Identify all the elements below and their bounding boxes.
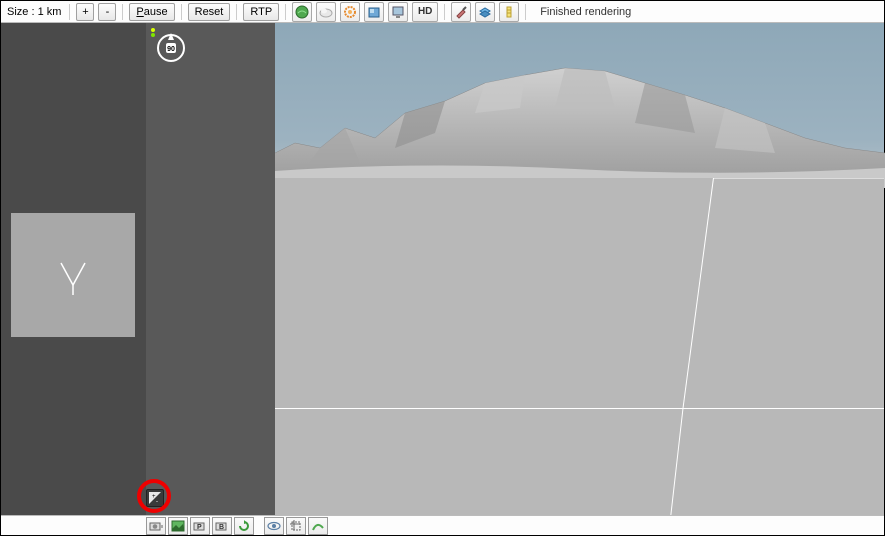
toolbar-divider xyxy=(285,4,286,20)
terrain-mountain xyxy=(275,53,885,188)
toolbar-divider xyxy=(69,4,70,20)
annotation-highlight-circle xyxy=(137,479,171,513)
ground-region xyxy=(275,178,884,515)
svg-text:B: B xyxy=(219,524,224,531)
landscape-green-icon[interactable] xyxy=(168,517,188,535)
main-area: 90 90 xyxy=(1,23,884,515)
reset-button[interactable]: Reset xyxy=(188,3,231,21)
toolbar-divider xyxy=(525,4,526,20)
compass-widget[interactable]: 90 90 xyxy=(154,31,188,68)
grid-line-vertical xyxy=(275,178,884,515)
toolbar-divider xyxy=(236,4,237,20)
camera-p-icon[interactable]: P xyxy=(190,517,210,535)
curve-green-icon[interactable] xyxy=(308,517,328,535)
toolbar-divider xyxy=(122,4,123,20)
layers-blue-icon[interactable] xyxy=(475,2,495,22)
preview-thumbnail[interactable] xyxy=(11,213,135,337)
monitor-icon[interactable] xyxy=(388,2,408,22)
preview-glyph-icon xyxy=(43,245,103,305)
rtp-button[interactable]: RTP xyxy=(243,3,279,21)
scale-yellow-icon[interactable] xyxy=(499,2,519,22)
box-blue-icon[interactable] xyxy=(364,2,384,22)
zoom-in-button[interactable]: + xyxy=(76,3,94,21)
camera-icon[interactable] xyxy=(146,517,166,535)
eye-icon[interactable] xyxy=(264,517,284,535)
toolbar-divider xyxy=(181,4,182,20)
zoom-out-button[interactable]: - xyxy=(98,3,116,21)
toolbar-divider xyxy=(444,4,445,20)
svg-text:P: P xyxy=(197,524,202,531)
brush-icon[interactable] xyxy=(451,2,471,22)
crop-icon[interactable] xyxy=(286,517,306,535)
cloud-icon[interactable] xyxy=(316,2,336,22)
refresh-green-icon[interactable] xyxy=(234,517,254,535)
top-toolbar: Size : 1 km + - Pause Reset RTP HD xyxy=(1,1,884,23)
left-panel xyxy=(1,23,146,515)
camera-b-icon[interactable]: B xyxy=(212,517,232,535)
mid-panel: 90 90 xyxy=(146,23,275,515)
size-label: Size : 1 km xyxy=(5,6,63,18)
gear-orange-icon[interactable] xyxy=(340,2,360,22)
svg-text:90: 90 xyxy=(167,46,175,53)
status-text: Finished rendering xyxy=(540,6,631,18)
hd-icon[interactable]: HD xyxy=(412,2,438,22)
render-viewport[interactable] xyxy=(275,23,884,515)
bottom-toolbar: P B xyxy=(1,515,884,535)
pause-button[interactable]: Pause xyxy=(129,3,174,21)
compass-dots-icon xyxy=(150,27,160,37)
globe-green-icon[interactable] xyxy=(292,2,312,22)
